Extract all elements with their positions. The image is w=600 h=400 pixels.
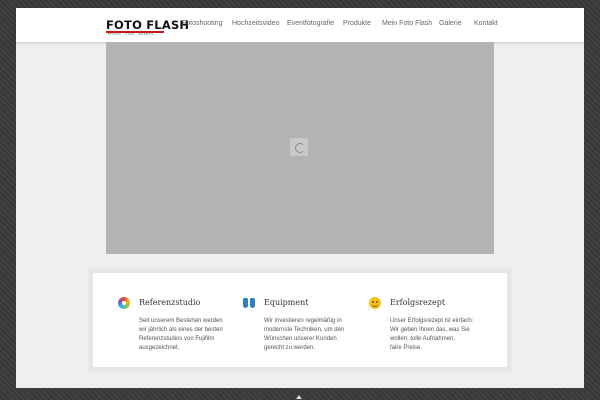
page-container: FOTO FLASH PHOTO · FILM · EVENTS Fotosho… [16, 8, 584, 388]
feature-text-line: modernste Techniken, um den [264, 327, 345, 333]
nav-item-mein-foto-flash[interactable]: Mein Foto Flash [382, 20, 432, 27]
site-header: FOTO FLASH PHOTO · FILM · EVENTS Fotosho… [16, 8, 584, 42]
nav-item-galerie[interactable]: Galerie [439, 20, 462, 27]
feature-text-line: wir jährlich als eines der besten [139, 327, 223, 333]
color-wheel-icon [118, 297, 130, 309]
feature-text-line: Referenzstudios von Fujifilm [139, 336, 215, 342]
smiley-icon [369, 297, 381, 309]
logo-text: FOTO FLASH [106, 18, 190, 32]
feature-text-line: Wünschen unserer Kunden [264, 336, 337, 342]
logo-tagline: PHOTO · FILM · EVENTS [108, 32, 154, 36]
feature-title: Erfolgsrezept [390, 298, 446, 307]
feature-referenzstudio: Referenzstudio Seit unserem Bestehen wer… [93, 273, 223, 367]
loading-spinner-icon [290, 138, 308, 156]
feature-text-line: Wir geben Ihnen das, was Sie [390, 327, 470, 333]
scroll-up-arrow-icon[interactable] [296, 395, 302, 399]
nav-item-kontakt[interactable]: Kontakt [474, 20, 498, 27]
nav-item-hochzeitsvideo[interactable]: Hochzeitsvideo [232, 20, 279, 27]
features-panel: Referenzstudio Seit unserem Bestehen wer… [93, 273, 507, 367]
spinner-ring [295, 143, 305, 153]
feature-description: Seit unserem Bestehen werden wir jährlic… [139, 317, 229, 353]
feature-equipment: Equipment Wir investieren regelmäßig in … [218, 273, 344, 367]
feature-text-line: Unser Erfolgsrezept ist einfach: [390, 318, 474, 324]
feature-title: Referenzstudio [139, 298, 201, 307]
feature-text-line: Seit unserem Bestehen werden [139, 318, 223, 324]
feature-text-line: Wir investieren regelmäßig in [264, 318, 342, 324]
image-slider[interactable] [106, 42, 494, 254]
nav-item-fotoshooting[interactable]: Fotoshooting [182, 20, 222, 27]
nav-item-eventfotografie[interactable]: Eventfotografie [287, 20, 334, 27]
site-logo[interactable]: FOTO FLASH PHOTO · FILM · EVENTS [106, 18, 190, 36]
nav-item-produkte[interactable]: Produkte [343, 20, 371, 27]
feature-title: Equipment [264, 298, 309, 307]
feature-text-line: gerecht zu werden. [264, 345, 316, 351]
feature-description: Unser Erfolgsrezept ist einfach: Wir geb… [390, 317, 480, 353]
feature-erfolgsrezept: Erfolgsrezept Unser Erfolgsrezept ist ei… [344, 273, 473, 367]
feature-text-line: faire Preise. [390, 345, 423, 351]
feature-text-line: ausgezeichnet. [139, 345, 180, 351]
feature-description: Wir investieren regelmäßig in modernste … [264, 317, 354, 353]
feature-text-line: wollen: tolle Aufnahmen, [390, 336, 456, 342]
equipment-icon [243, 297, 255, 309]
